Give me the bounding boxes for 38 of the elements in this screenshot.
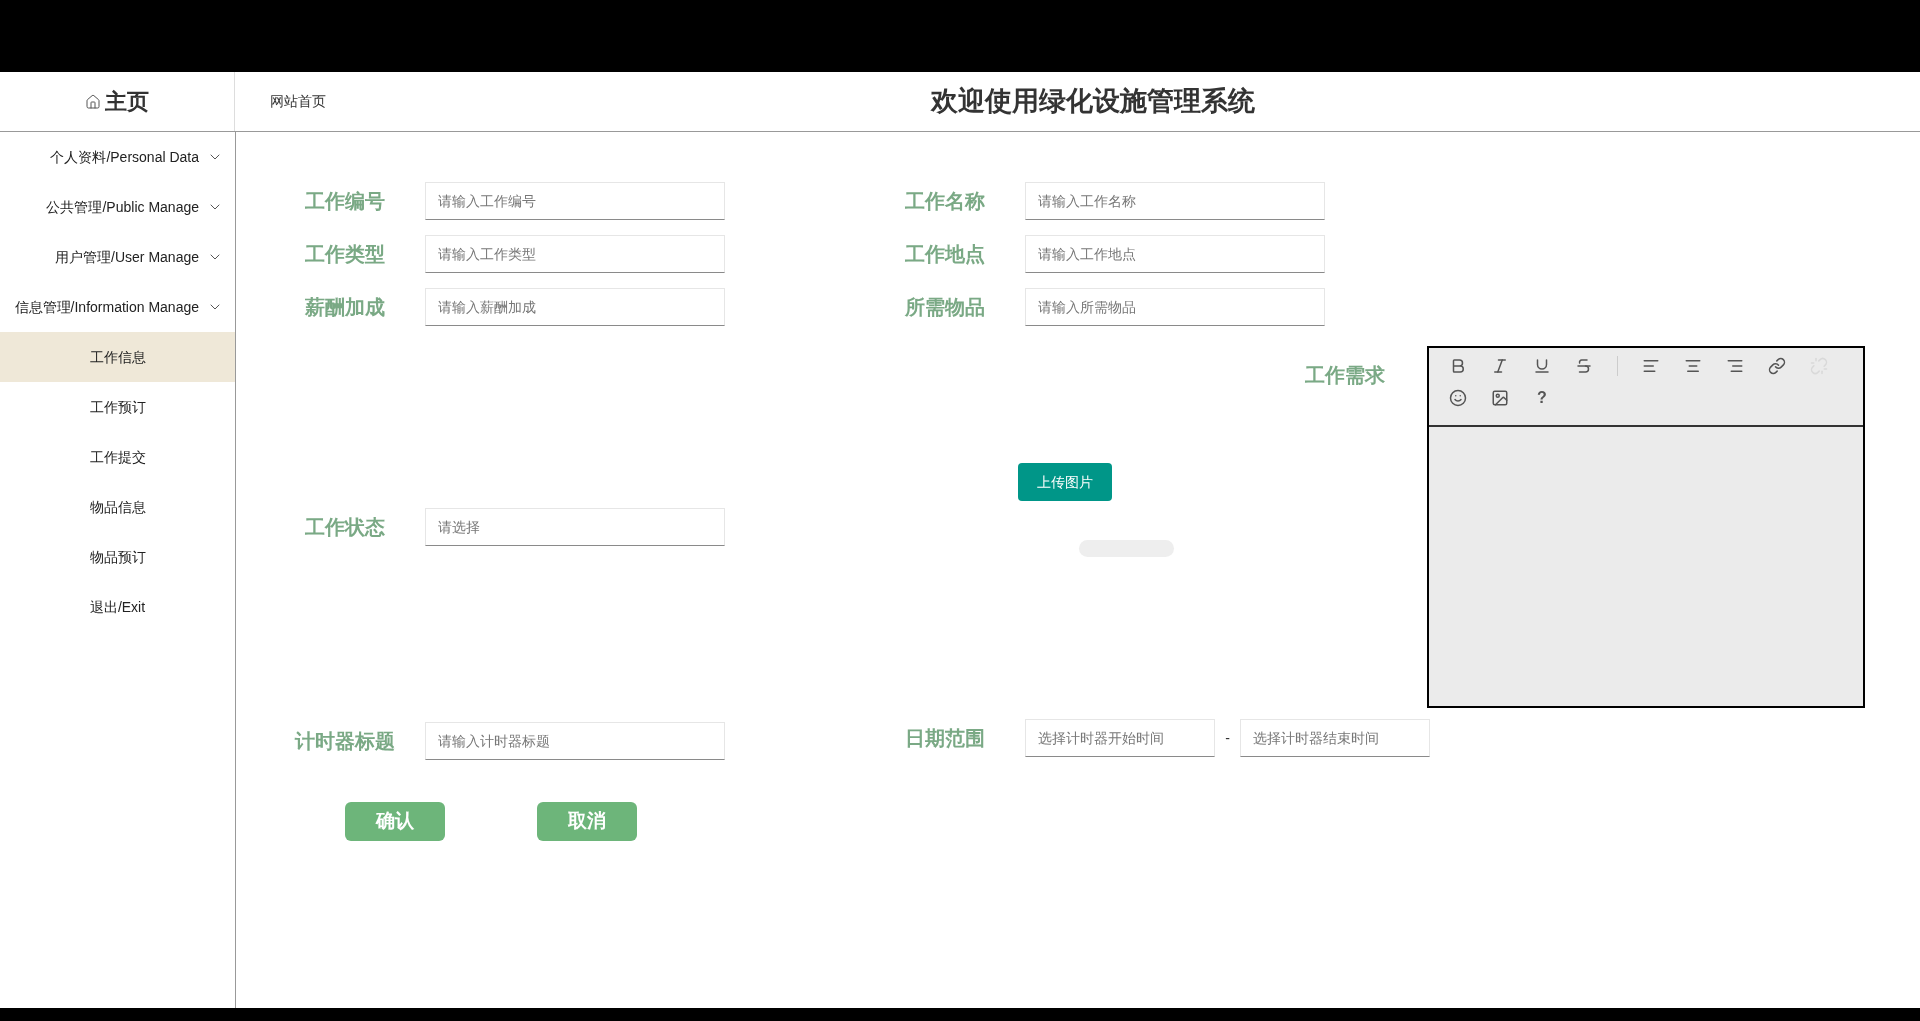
input-field[interactable]: 选择计时器结束时间 <box>1240 719 1430 757</box>
sidebar-item[interactable]: 工作信息 <box>0 332 235 382</box>
field-label: 日期范围 <box>905 726 986 751</box>
sidebar-item[interactable]: 物品预订 <box>0 532 235 582</box>
field-label: 工作编号 <box>305 189 386 214</box>
field-label: 工作类型 <box>305 242 386 267</box>
sidebar-item[interactable]: 用户管理/User Manage <box>0 232 235 282</box>
rich-text-editor[interactable]: ? <box>1427 346 1865 708</box>
breadcrumb-link[interactable]: 网站首页 <box>270 91 326 112</box>
page-title: 欢迎使用绿化设施管理系统 <box>931 85 1255 119</box>
sidebar-item[interactable]: 工作提交 <box>0 432 235 482</box>
input-field[interactable]: 请输入计时器标题 <box>425 722 725 760</box>
sidebar-item[interactable]: 信息管理/Information Manage <box>0 282 235 332</box>
home-icon <box>85 93 101 110</box>
input-field[interactable]: 请选择 <box>425 508 725 546</box>
sidebar-item[interactable]: 工作预订 <box>0 382 235 432</box>
field-label: 工作地点 <box>905 242 986 267</box>
input-field[interactable]: 请输入工作地点 <box>1025 235 1325 273</box>
sidebar-item[interactable]: 个人资料/Personal Data <box>0 132 235 182</box>
sidebar-item[interactable]: 公共管理/Public Manage <box>0 182 235 232</box>
field-label: 薪酬加成 <box>305 295 386 320</box>
sidebar-item[interactable]: 退出/Exit <box>0 582 235 632</box>
input-field[interactable]: 请输入所需物品 <box>1025 288 1325 326</box>
input-field[interactable]: 请输入薪酬加成 <box>425 288 725 326</box>
input-field[interactable]: 请输入工作类型 <box>425 235 725 273</box>
field-label: 工作状态 <box>305 515 386 540</box>
input-field[interactable]: 选择计时器开始时间 <box>1025 719 1215 757</box>
field-label: 所需物品 <box>905 295 986 320</box>
input-field[interactable]: 请输入工作名称 <box>1025 182 1325 220</box>
field-label: 工作名称 <box>905 189 986 214</box>
date-separator: - <box>1224 728 1231 748</box>
sidebar-item[interactable]: 物品信息 <box>0 482 235 532</box>
field-label: 工作需求 <box>1305 363 1386 388</box>
home-title[interactable]: 主页 <box>105 85 149 118</box>
help-button[interactable]: ? <box>1521 382 1563 414</box>
upload-image-button[interactable]: 上传图片 <box>1018 463 1112 501</box>
input-field[interactable]: 请输入工作编号 <box>425 182 725 220</box>
field-label: 计时器标题 <box>295 729 396 754</box>
